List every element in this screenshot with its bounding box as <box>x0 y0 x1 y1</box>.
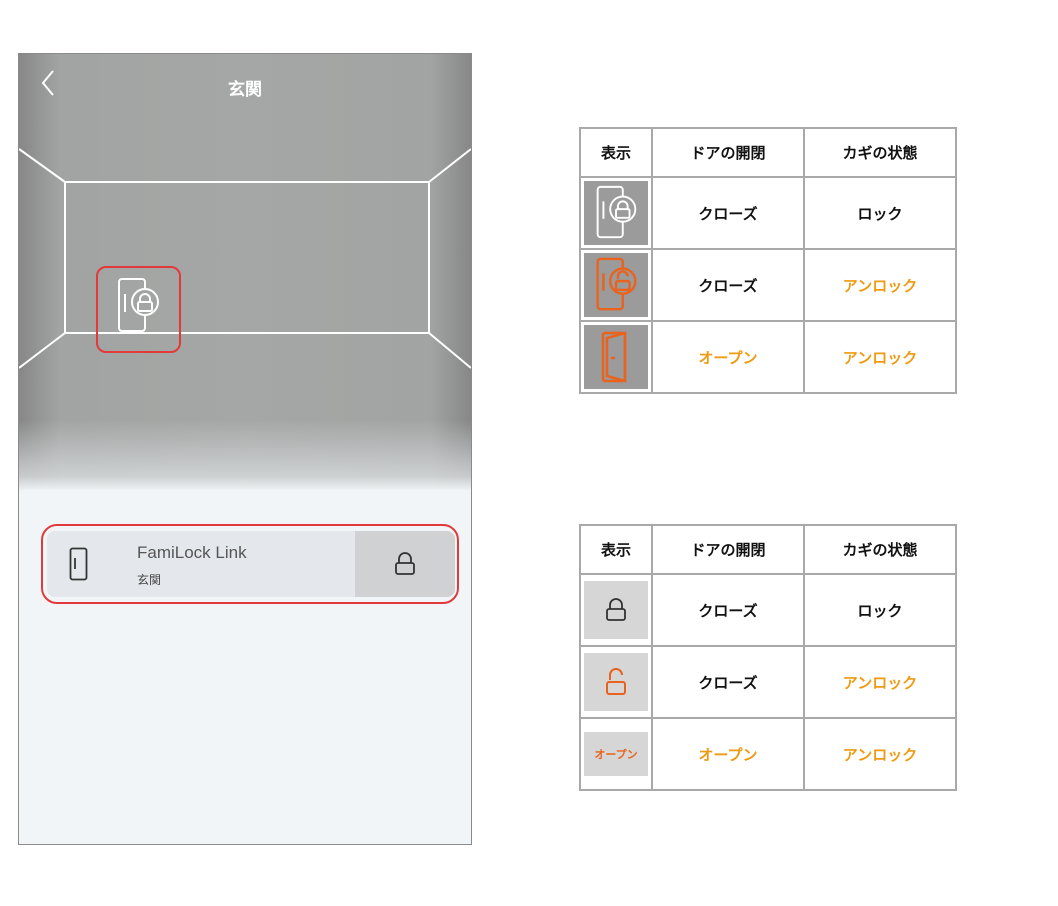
door-open-icon <box>584 325 648 389</box>
door-state-cell: オープン <box>651 320 805 394</box>
phone-screen: 玄関 FamiLock Link 玄関 <box>18 53 472 845</box>
icon-cell <box>579 248 653 322</box>
table-row: クローズ ロック <box>579 573 957 647</box>
open-status-badge: オープン <box>584 732 648 776</box>
card-icon-legend-table: 表示 ドアの開閉 カギの状態 クローズ ロック クローズ アンロック オープン … <box>579 524 957 791</box>
door-closed-unlocked-icon <box>584 253 648 317</box>
lock-state-cell: ロック <box>803 573 957 647</box>
lock-state-cell: ロック <box>803 176 957 250</box>
column-header: 表示 <box>579 524 653 575</box>
table-row: クローズ ロック <box>579 176 957 250</box>
icon-cell <box>579 645 653 719</box>
column-header: ドアの開閉 <box>651 127 805 178</box>
device-icon-highlight <box>96 266 181 353</box>
padlock-closed-icon <box>584 581 648 639</box>
table-row: クローズ アンロック <box>579 248 957 322</box>
door-state-cell: クローズ <box>651 645 805 719</box>
door-state-cell: オープン <box>651 717 805 791</box>
icon-cell <box>579 176 653 250</box>
lock-state-cell: アンロック <box>803 717 957 791</box>
door-state-cell: クローズ <box>651 248 805 322</box>
icon-cell: オープン <box>579 717 653 791</box>
icon-cell <box>579 320 653 394</box>
room-view: 玄関 <box>19 54 471 490</box>
device-card-highlight <box>41 524 459 604</box>
open-status-text: オープン <box>594 749 638 761</box>
room-fade <box>19 420 471 490</box>
room-icon-legend-table: 表示 ドアの開閉 カギの状態 クローズ ロック クローズ アンロック オープン … <box>579 127 957 394</box>
lock-state-cell: アンロック <box>803 645 957 719</box>
column-header: カギの状態 <box>803 524 957 575</box>
lock-state-cell: アンロック <box>803 248 957 322</box>
table-header-row: 表示 ドアの開閉 カギの状態 <box>579 127 957 178</box>
door-state-cell: クローズ <box>651 573 805 647</box>
column-header: カギの状態 <box>803 127 957 178</box>
table-row: オープン アンロック <box>579 320 957 394</box>
page-title: 玄関 <box>228 80 262 100</box>
padlock-open-icon <box>584 653 648 711</box>
lock-state-cell: アンロック <box>803 320 957 394</box>
table-row: オープン オープン アンロック <box>579 717 957 791</box>
column-header: 表示 <box>579 127 653 178</box>
table-header-row: 表示 ドアの開閉 カギの状態 <box>579 524 957 575</box>
door-state-cell: クローズ <box>651 176 805 250</box>
table-row: クローズ アンロック <box>579 645 957 719</box>
icon-cell <box>579 573 653 647</box>
column-header: ドアの開閉 <box>651 524 805 575</box>
door-closed-locked-icon <box>584 181 648 245</box>
